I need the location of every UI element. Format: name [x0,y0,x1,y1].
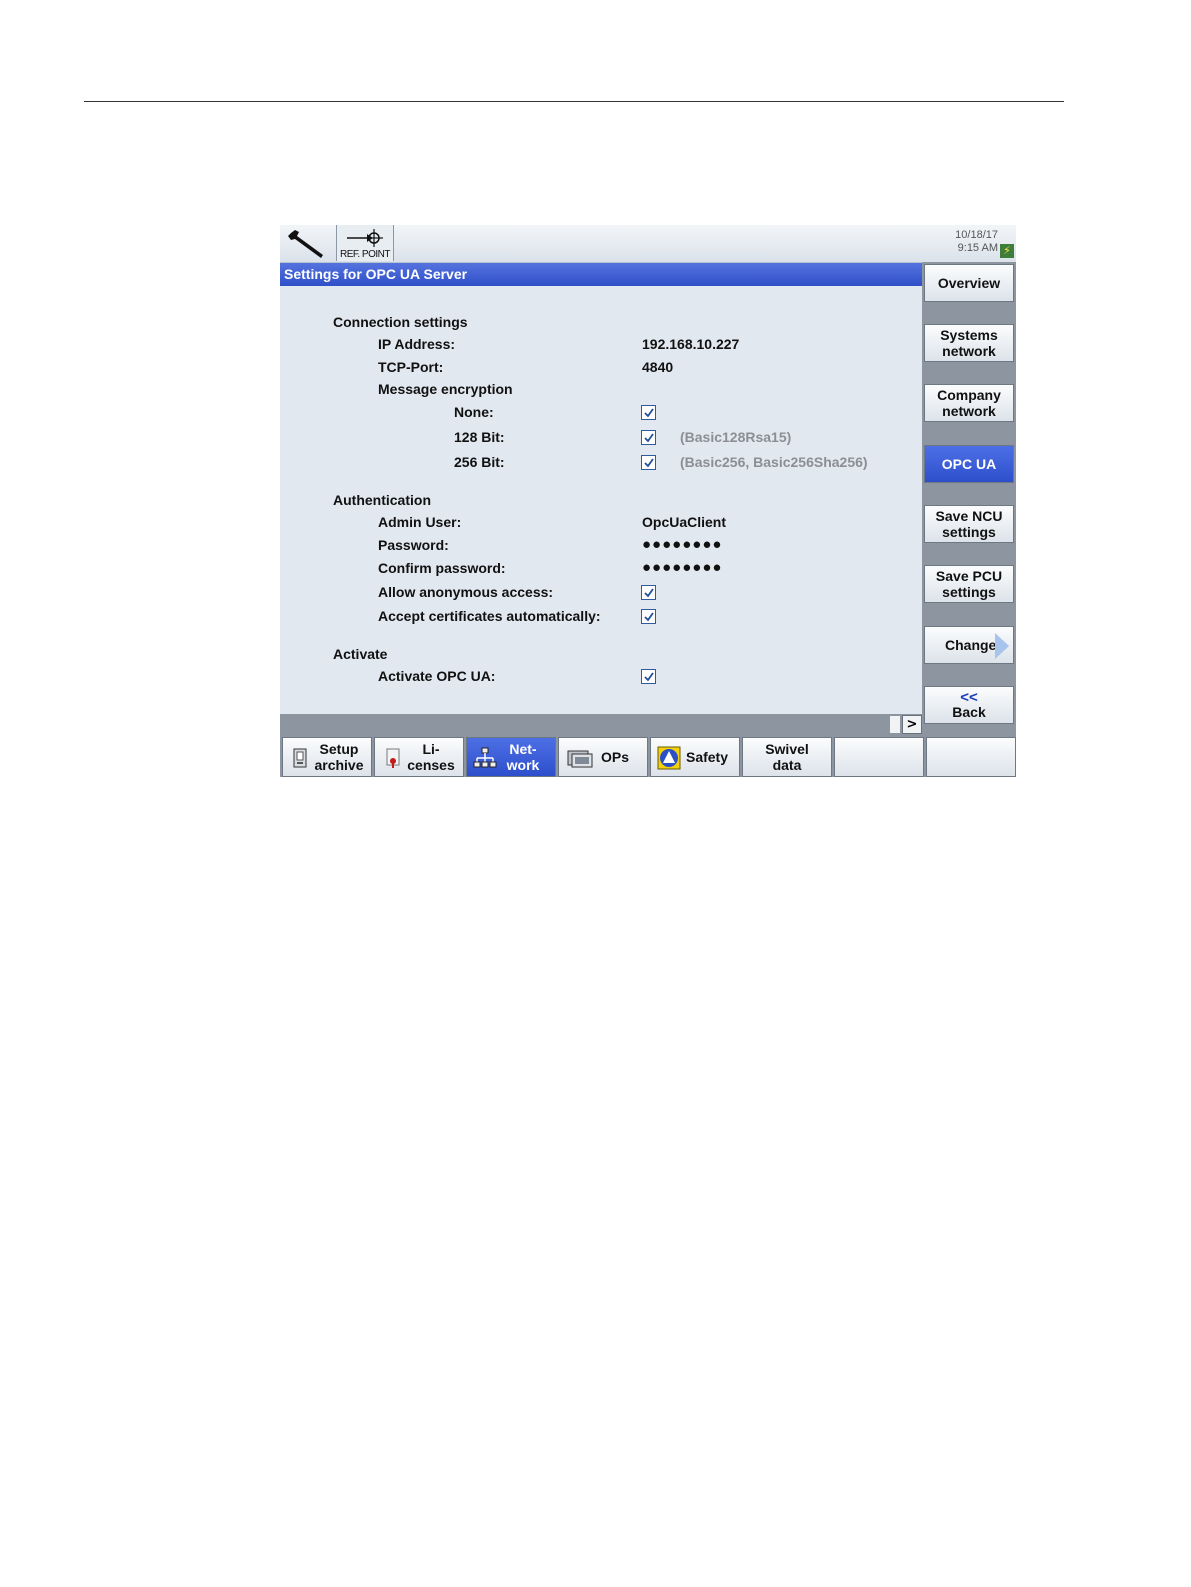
save-pcu-label-2: settings [942,584,996,600]
check-icon [644,672,654,682]
ip-value: 192.168.10.227 [642,336,740,352]
safety-button[interactable]: Safety [650,737,740,777]
network-button[interactable]: Net- work [466,737,556,777]
opcua-label: OPC UA [941,456,997,472]
document-header-rule [84,101,1064,102]
ref-point-label: REF. POINT [339,249,391,260]
password-field[interactable]: ●●●●●●●● [642,536,722,553]
systems-network-button[interactable]: Systems network [924,324,1014,362]
authentication-heading: Authentication [333,492,431,508]
hmi-screen: REF. POINT 10/18/17 9:15 AM ⚡ Settings f… [280,225,1016,777]
status-bar: REF. POINT 10/18/17 9:15 AM ⚡ [280,225,1016,263]
anonymous-access-label: Allow anonymous access: [378,584,554,600]
licenses-label-1: Li- [422,741,440,757]
setup-archive-button[interactable]: Setup archive [282,737,372,777]
systems-network-label-1: Systems [940,327,998,343]
setup-label-1: Setup [319,741,359,757]
power-bolt-icon: ⚡ [1000,244,1014,258]
licenses-label-2: censes [407,757,455,773]
check-icon [644,458,654,468]
anonymous-access-checkbox[interactable] [641,585,656,600]
none-label: None: [454,404,494,420]
ref-point-indicator: REF. POINT [336,225,394,261]
scroll-right-button[interactable]: > [902,715,922,734]
ip-label: IP Address: [378,336,456,352]
activate-opcua-label: Activate OPC UA: [378,668,496,684]
ref-point-icon [347,229,383,247]
opcua-button[interactable]: OPC UA [924,445,1014,483]
back-button[interactable]: << Back [924,686,1014,724]
network-label-1: Net- [509,741,537,757]
vertical-softkey-bar: Overview Systems network Company network… [922,262,1016,735]
accept-certificates-checkbox[interactable] [641,609,656,624]
activate-opcua-checkbox[interactable] [641,669,656,684]
ops-label: OPs [600,749,629,765]
password-label: Password: [378,537,449,553]
check-icon [644,408,654,418]
change-label: Change [945,637,997,653]
scroll-thumb[interactable] [890,716,900,733]
port-value: 4840 [642,359,674,375]
admin-user-value[interactable]: OpcUaClient [642,514,726,530]
network-icon [473,747,497,768]
accept-certificates-label: Accept certificates automatically: [378,608,601,624]
confirm-password-label: Confirm password: [378,560,506,576]
empty-softkey-7[interactable] [834,737,924,777]
page-title: Settings for OPC UA Server [280,263,922,286]
archive-icon [293,748,307,768]
horizontal-softkey-bar: Setup archive Li- censes Net- work OPs S… [280,735,1016,777]
company-network-label-2: network [942,403,996,419]
swivel-label-1: Swivel [765,741,809,757]
empty-softkey-8[interactable] [926,737,1016,777]
port-label: TCP-Port: [378,359,444,375]
change-button[interactable]: Change [924,626,1014,664]
none-checkbox[interactable] [641,405,656,420]
save-ncu-label-1: Save NCU [935,508,1003,524]
save-ncu-settings-button[interactable]: Save NCU settings [924,505,1014,543]
admin-user-label: Admin User: [378,514,462,530]
company-network-label-1: Company [937,387,1001,403]
check-icon [644,433,654,443]
arrow-right-icon [995,633,1009,659]
wrench-icon [283,227,333,260]
confirm-password-field[interactable]: ●●●●●●●● [642,559,722,576]
bit256-checkbox[interactable] [641,455,656,470]
bit256-note: (Basic256, Basic256Sha256) [680,454,868,470]
setup-label-2: archive [314,757,364,773]
bit128-label: 128 Bit: [454,429,505,445]
connection-heading: Connection settings [333,314,468,330]
time-text: 9:15 AM [957,242,998,254]
activate-heading: Activate [333,646,388,662]
overview-label: Overview [937,275,1001,291]
encryption-heading: Message encryption [378,381,513,397]
check-icon [644,612,654,622]
settings-panel: Connection settings IP Address: 192.168.… [280,286,922,714]
horizontal-scrollbar[interactable]: > [280,714,922,735]
save-pcu-label-1: Save PCU [935,568,1003,584]
bit128-note: (Basic128Rsa15) [680,429,792,445]
overview-button[interactable]: Overview [924,264,1014,302]
chevron-left-icon: << [960,688,978,706]
save-pcu-settings-button[interactable]: Save PCU settings [924,565,1014,603]
ops-button[interactable]: OPs [558,737,648,777]
safety-label: Safety [685,749,729,765]
swivel-label-2: data [772,757,802,773]
bit256-label: 256 Bit: [454,454,505,470]
license-icon [386,748,400,768]
check-icon [644,588,654,598]
network-label-2: work [506,757,540,773]
date-text: 10/18/17 [955,229,998,241]
systems-network-label-2: network [942,343,996,359]
swivel-data-button[interactable]: Swivel data [742,737,832,777]
save-ncu-label-2: settings [942,524,996,540]
bit128-checkbox[interactable] [641,430,656,445]
back-label: Back [952,703,986,720]
licenses-button[interactable]: Li- censes [374,737,464,777]
company-network-button[interactable]: Company network [924,384,1014,422]
date-time: 10/18/17 9:15 AM [955,229,998,255]
